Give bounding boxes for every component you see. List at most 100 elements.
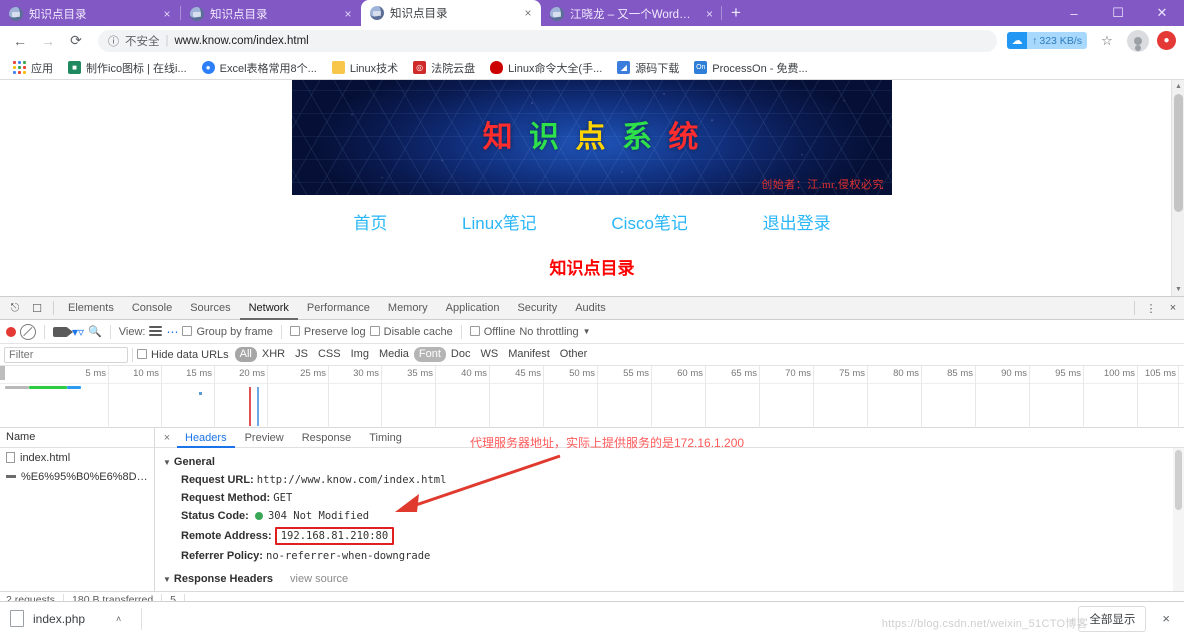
extension-icon[interactable]: ●: [1157, 31, 1176, 50]
scrollbar-thumb[interactable]: [1174, 94, 1183, 212]
record-icon[interactable]: [6, 327, 16, 337]
devtools-menu-icon[interactable]: ⋮: [1140, 297, 1162, 319]
hide-data-urls-checkbox[interactable]: Hide data URLs: [137, 349, 229, 361]
nav-link-linux-notes[interactable]: Linux笔记: [462, 209, 537, 234]
table-row[interactable]: index.html: [0, 448, 154, 467]
general-section-header[interactable]: ▼General: [163, 456, 1176, 468]
forward-icon[interactable]: →: [36, 29, 60, 53]
browser-tab-1[interactable]: 知识点目录 ×: [0, 2, 180, 26]
bookmark-excel-tips[interactable]: ● Excel表格常用8个...: [195, 57, 324, 79]
bookmark-linux-commands[interactable]: Linux命令大全(手...: [483, 57, 609, 79]
nav-link-logout[interactable]: 退出登录: [763, 209, 831, 234]
throttling-select[interactable]: No throttling: [519, 326, 578, 338]
group-by-frame-checkbox[interactable]: Group by frame: [182, 326, 272, 338]
tab-performance[interactable]: Performance: [298, 297, 379, 320]
view-list-icon[interactable]: [149, 326, 162, 337]
tab-close-icon[interactable]: ×: [704, 7, 715, 21]
tab-sources[interactable]: Sources: [181, 297, 239, 320]
detail-close-icon[interactable]: ×: [159, 432, 175, 444]
back-icon[interactable]: ←: [8, 29, 32, 53]
filter-type-all[interactable]: All: [235, 347, 257, 362]
tab-close-icon[interactable]: ×: [160, 7, 174, 21]
filter-type-media[interactable]: Media: [374, 347, 414, 362]
filter-type-css[interactable]: CSS: [313, 347, 346, 362]
filter-type-doc[interactable]: Doc: [446, 347, 476, 362]
filter-type-js[interactable]: JS: [290, 347, 313, 362]
filter-icon[interactable]: ▾▿: [72, 325, 84, 339]
site-info-icon[interactable]: ⓘ: [108, 33, 119, 49]
device-toolbar-icon[interactable]: ☐: [26, 297, 48, 319]
chevron-up-icon[interactable]: ˄: [94, 614, 121, 624]
filter-type-xhr[interactable]: XHR: [257, 347, 290, 362]
response-headers-section-header[interactable]: ▼Response Headers view source: [163, 573, 1176, 585]
nav-link-home[interactable]: 首页: [353, 209, 387, 234]
filter-type-font[interactable]: Font: [414, 347, 446, 362]
clear-icon[interactable]: [20, 324, 36, 340]
filter-input[interactable]: [4, 347, 128, 363]
tab-application[interactable]: Application: [437, 297, 509, 320]
show-all-downloads-button[interactable]: 全部显示: [1078, 606, 1146, 632]
scrollbar-thumb[interactable]: [1175, 450, 1182, 510]
close-icon[interactable]: ✕: [1140, 0, 1184, 26]
checkbox-box[interactable]: [290, 326, 300, 336]
page-scrollbar[interactable]: ▲ ▼: [1171, 80, 1184, 296]
tab-elements[interactable]: Elements: [59, 297, 123, 320]
bookmark-processon[interactable]: On ProcessOn - 免费...: [687, 57, 814, 79]
bookmark-source-download[interactable]: ◢ 源码下载: [610, 57, 686, 79]
tab-close-icon[interactable]: ×: [341, 7, 355, 21]
minimize-icon[interactable]: [1052, 0, 1096, 26]
filter-type-other[interactable]: Other: [555, 347, 593, 362]
new-tab-button[interactable]: +: [722, 0, 750, 26]
tab-timing[interactable]: Timing: [361, 428, 410, 448]
detail-scrollbar[interactable]: [1173, 448, 1184, 591]
request-name: index.html: [20, 452, 70, 464]
address-bar[interactable]: ⓘ 不安全 | www.know.com/index.html: [98, 30, 997, 52]
checkbox-box[interactable]: [470, 326, 480, 336]
checkbox-box[interactable]: [370, 326, 380, 336]
browser-tab-4[interactable]: 江晓龙 – 又一个WordPress站点 ×: [541, 2, 721, 26]
bookmark-star-icon[interactable]: ☆: [1095, 29, 1119, 53]
checkbox-box[interactable]: [182, 326, 192, 336]
inspect-element-icon[interactable]: ⎋: [4, 297, 26, 319]
browser-tab-2[interactable]: 知识点目录 ×: [181, 2, 361, 26]
view-waterfall-icon[interactable]: ⋯: [166, 325, 178, 339]
bookmark-ico-maker[interactable]: ■ 制作ico图标 | 在线i...: [61, 57, 194, 79]
scroll-up-icon[interactable]: ▲: [1172, 80, 1184, 93]
tab-console[interactable]: Console: [123, 297, 181, 320]
profile-avatar[interactable]: [1127, 30, 1149, 52]
shelf-close-icon[interactable]: ×: [1158, 611, 1174, 626]
download-item[interactable]: index.php ˄: [10, 610, 131, 627]
checkbox-box[interactable]: [137, 349, 147, 359]
download-speed-indicator[interactable]: ☁ ↑ 323 KB/s: [1007, 32, 1087, 49]
bookmark-court-cloud[interactable]: ◎ 法院云盘: [406, 57, 482, 79]
tab-security[interactable]: Security: [508, 297, 566, 320]
tab-network[interactable]: Network: [240, 297, 298, 320]
tab-audits[interactable]: Audits: [566, 297, 615, 320]
reload-icon[interactable]: ⟳: [64, 29, 88, 53]
table-row[interactable]: %E6%95%B0%E6%8D%AE%E8...: [0, 467, 154, 486]
search-icon[interactable]: 🔍: [88, 325, 102, 338]
tab-response[interactable]: Response: [294, 428, 360, 448]
filter-type-ws[interactable]: WS: [475, 347, 503, 362]
offline-checkbox[interactable]: Offline: [470, 326, 516, 338]
view-source-link[interactable]: view source: [290, 573, 348, 585]
devtools-panel: ⎋ ☐ Elements Console Sources Network Per…: [0, 296, 1184, 609]
scroll-down-icon[interactable]: ▼: [1172, 283, 1184, 296]
disable-cache-checkbox[interactable]: Disable cache: [370, 326, 453, 338]
tab-memory[interactable]: Memory: [379, 297, 437, 320]
maximize-icon[interactable]: ☐: [1096, 0, 1140, 26]
screenshot-icon[interactable]: [53, 327, 68, 337]
preserve-log-checkbox[interactable]: Preserve log: [290, 326, 366, 338]
browser-tab-3-active[interactable]: 知识点目录 ×: [361, 0, 541, 26]
nav-link-cisco-notes[interactable]: Cisco笔记: [611, 209, 688, 234]
bookmark-linux-tech[interactable]: Linux技术: [325, 57, 405, 79]
network-overview[interactable]: 5 ms 10 ms 15 ms 20 ms 25 ms 30 ms 35 ms…: [0, 366, 1184, 428]
tab-close-icon[interactable]: ×: [521, 6, 535, 20]
devtools-close-icon[interactable]: ×: [1162, 297, 1184, 319]
chevron-down-icon[interactable]: ▼: [583, 327, 591, 336]
filter-type-img[interactable]: Img: [346, 347, 374, 362]
filter-type-manifest[interactable]: Manifest: [503, 347, 555, 362]
bookmark-apps[interactable]: 应用: [6, 57, 60, 79]
tab-headers[interactable]: Headers: [177, 428, 235, 448]
tab-preview[interactable]: Preview: [237, 428, 292, 448]
